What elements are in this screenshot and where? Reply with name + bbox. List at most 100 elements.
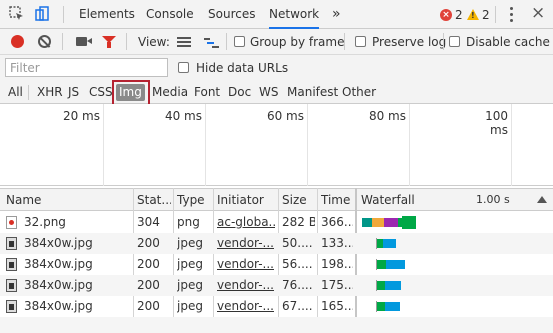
column-header-type[interactable]: Type (177, 189, 211, 211)
cell-time: 175... (321, 278, 353, 292)
cell-name: 384x0w.jpg (24, 278, 93, 292)
hide-data-urls-label: Hide data URLs (196, 61, 289, 75)
cell-initiator-link[interactable]: ac-globa... (217, 212, 275, 233)
waterfall-bar-waiting (377, 281, 385, 290)
column-header-status[interactable]: Stat... (137, 189, 171, 211)
waterfall-bar-download (385, 302, 400, 311)
devtools-tab-bar: Elements Console Sources Network » × 2 !… (0, 0, 553, 29)
jpg-file-icon (6, 279, 17, 292)
sort-ascending-icon[interactable] (537, 196, 547, 203)
warning-count[interactable]: ! 2 (467, 7, 490, 22)
type-xhr[interactable]: XHR (37, 81, 63, 103)
cell-time: 366... (321, 215, 353, 229)
divider (344, 33, 345, 50)
waterfall-bar-download (402, 216, 416, 229)
type-doc[interactable]: Doc (228, 81, 251, 103)
clear-icon[interactable] (38, 35, 51, 48)
cell-size: 67.... (282, 299, 313, 313)
overview-tick-label: 40 ms (164, 109, 202, 123)
disable-cache-label: Disable cache (466, 35, 550, 49)
type-all[interactable]: All (8, 81, 23, 103)
divider (126, 33, 127, 50)
filter-input[interactable] (5, 58, 168, 77)
more-options-icon[interactable] (503, 6, 519, 23)
show-overview-icon[interactable] (204, 37, 220, 48)
overview-tick-label: 100 ms (485, 109, 508, 137)
table-row[interactable]: 384x0w.jpg 200 jpeg vendor-... 67.... 16… (0, 296, 553, 317)
type-ws[interactable]: WS (259, 81, 278, 103)
table-row-empty (0, 317, 553, 333)
waterfall-bar-waiting (377, 260, 386, 269)
table-row[interactable]: 384x0w.jpg 200 jpeg vendor-... 50.... 13… (0, 233, 553, 254)
filter-icon[interactable] (102, 36, 116, 48)
cell-type: jpeg (177, 236, 203, 250)
cell-name: 384x0w.jpg (24, 236, 93, 250)
type-js[interactable]: JS (68, 81, 79, 103)
table-row[interactable]: 32.png 304 png ac-globa... 282 B 366... (0, 212, 553, 233)
divider (28, 85, 29, 100)
cell-status: 200 (137, 236, 160, 250)
type-media[interactable]: Media (152, 81, 188, 103)
column-header-initiator[interactable]: Initiator (217, 189, 277, 211)
large-request-rows-icon[interactable] (177, 37, 191, 47)
gridline (307, 104, 308, 186)
waterfall-bar-stalled (362, 218, 372, 227)
type-manifest[interactable]: Manifest (287, 81, 338, 103)
overview-tick-label: 80 ms (368, 109, 406, 123)
jpg-file-icon (6, 237, 17, 250)
error-count-value: 2 (455, 7, 463, 22)
record-icon[interactable] (11, 35, 24, 48)
cell-initiator-link[interactable]: vendor-... (217, 233, 275, 254)
cell-status: 200 (137, 299, 160, 313)
table-row[interactable]: 384x0w.jpg 200 jpeg vendor-... 56.... 19… (0, 254, 553, 275)
divider (62, 33, 63, 50)
cell-time: 198... (321, 257, 353, 271)
hide-data-urls-checkbox[interactable] (178, 62, 189, 73)
column-header-waterfall[interactable]: Waterfall (361, 189, 431, 211)
divider (443, 33, 444, 50)
gridline (103, 104, 104, 186)
divider (226, 33, 227, 50)
timeline-overview[interactable]: 20 ms 40 ms 60 ms 80 ms 100 ms (0, 104, 553, 186)
tab-elements[interactable]: Elements (79, 0, 135, 29)
waterfall-bar-dns (372, 218, 384, 227)
cell-type: png (177, 215, 200, 229)
disable-cache-checkbox[interactable] (449, 36, 460, 47)
close-icon[interactable]: × (531, 3, 545, 23)
column-header-size[interactable]: Size (282, 189, 314, 211)
group-by-frame-checkbox[interactable] (234, 36, 245, 47)
cell-name: 32.png (24, 215, 66, 229)
column-header-time[interactable]: Time (321, 189, 353, 211)
png-file-icon (6, 216, 17, 229)
cell-status: 200 (137, 257, 160, 271)
type-css[interactable]: CSS (89, 81, 113, 103)
tab-network[interactable]: Network (269, 0, 320, 29)
inspect-element-icon[interactable] (8, 5, 26, 23)
waterfall-bar-ssl (384, 218, 398, 227)
cell-initiator-link[interactable]: vendor-... (217, 254, 275, 275)
view-label: View: (138, 35, 170, 49)
column-header-name[interactable]: Name (6, 189, 130, 211)
cell-size: 56.... (282, 257, 313, 271)
error-count[interactable]: × 2 (440, 7, 463, 22)
overview-tick-label: 60 ms (266, 109, 304, 123)
table-row[interactable]: 384x0w.jpg 200 jpeg vendor-... 76.... 17… (0, 275, 553, 296)
cell-type: jpeg (177, 299, 203, 313)
waterfall-bar-download (385, 281, 401, 290)
capture-screenshots-icon[interactable] (76, 37, 92, 46)
tab-sources[interactable]: Sources (208, 0, 255, 29)
cell-type: jpeg (177, 278, 203, 292)
waterfall-scale-label: 1.00 s (476, 193, 510, 206)
cell-size: 282 B (282, 215, 315, 229)
waterfall-bar-download (383, 239, 396, 248)
cell-status: 304 (137, 215, 160, 229)
type-font[interactable]: Font (194, 81, 220, 103)
preserve-log-checkbox[interactable] (355, 36, 366, 47)
cell-initiator-link[interactable]: vendor-... (217, 296, 275, 317)
tab-console[interactable]: Console (146, 0, 194, 29)
filter-bar: Hide data URLs (0, 55, 553, 81)
device-toolbar-icon[interactable] (33, 5, 51, 23)
cell-initiator-link[interactable]: vendor-... (217, 275, 275, 296)
more-tabs-chevron-icon[interactable]: » (332, 0, 341, 29)
type-other[interactable]: Other (342, 81, 376, 103)
